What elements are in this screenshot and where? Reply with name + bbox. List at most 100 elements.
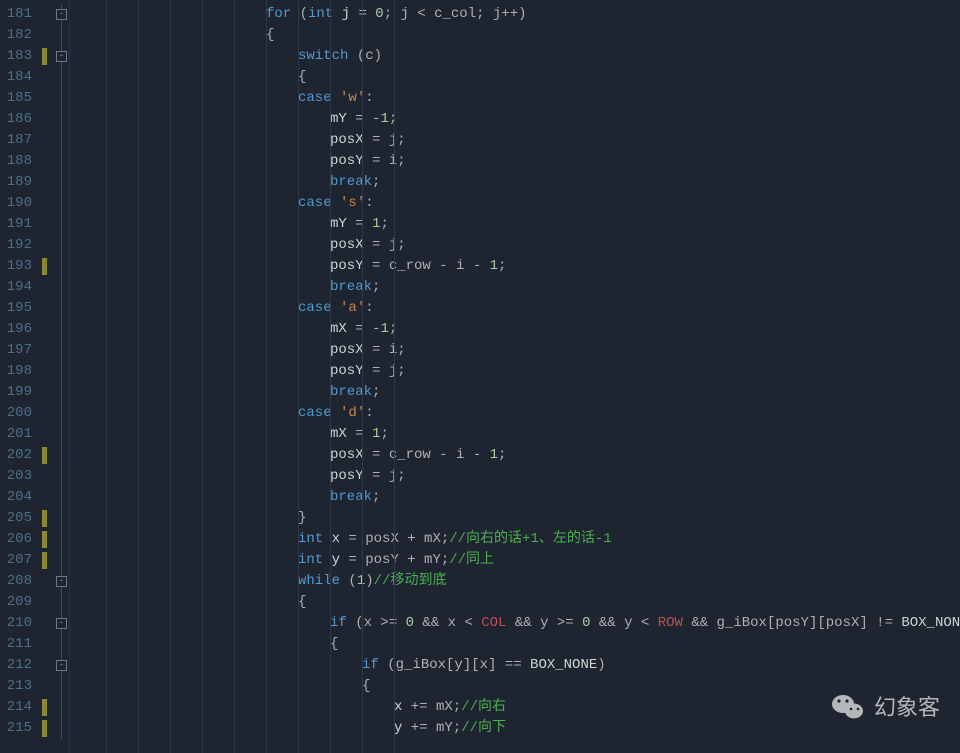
code-line[interactable]: posY = c_row - i - 1; bbox=[74, 256, 960, 277]
line-number: 206 bbox=[0, 529, 32, 550]
token-num: 0 bbox=[406, 615, 414, 631]
token-op: = i; bbox=[364, 153, 406, 169]
line-number: 202 bbox=[0, 445, 32, 466]
indent-guide bbox=[106, 0, 107, 753]
code-line[interactable]: mY = -1; bbox=[74, 109, 960, 130]
code-line[interactable]: posX = j; bbox=[74, 235, 960, 256]
line-number: 212 bbox=[0, 655, 32, 676]
change-mark-slot bbox=[40, 25, 54, 46]
change-mark-slot bbox=[40, 508, 54, 529]
fold-toggle[interactable]: - bbox=[56, 51, 67, 62]
change-mark-slot bbox=[40, 676, 54, 697]
code-line[interactable]: case 'a': bbox=[74, 298, 960, 319]
code-line[interactable]: mY = 1; bbox=[74, 214, 960, 235]
line-number: 191 bbox=[0, 214, 32, 235]
code-line[interactable]: case 'w': bbox=[74, 88, 960, 109]
line-number: 184 bbox=[0, 67, 32, 88]
indent-guide bbox=[330, 0, 331, 753]
token-op: { bbox=[266, 27, 274, 43]
fold-slot bbox=[54, 508, 69, 529]
token-cmt: //向下 bbox=[461, 720, 506, 736]
code-line[interactable]: mX = 1; bbox=[74, 424, 960, 445]
code-line[interactable]: if (g_iBox[y][x] == BOX_NONE) bbox=[74, 655, 960, 676]
line-number: 188 bbox=[0, 151, 32, 172]
code-area[interactable]: for (int j = 0; j < c_col; j++){switch (… bbox=[70, 0, 960, 753]
code-line[interactable]: { bbox=[74, 592, 960, 613]
code-line[interactable]: while (1)//移动到底 bbox=[74, 571, 960, 592]
token-id: posX bbox=[330, 447, 364, 463]
code-line[interactable]: posX = j; bbox=[74, 130, 960, 151]
code-line[interactable]: for (int j = 0; j < c_col; j++) bbox=[74, 4, 960, 25]
token-id: BOX_NONE bbox=[530, 657, 597, 673]
code-line[interactable]: { bbox=[74, 634, 960, 655]
fold-gutter[interactable]: - - - - - bbox=[54, 0, 70, 753]
fold-toggle[interactable]: - bbox=[56, 576, 67, 587]
code-line[interactable]: posY = i; bbox=[74, 151, 960, 172]
token-op: && x < bbox=[414, 615, 481, 631]
change-mark bbox=[42, 720, 47, 737]
code-line[interactable]: { bbox=[74, 676, 960, 697]
code-line[interactable]: int x = posX + mX;//向右的话+1、左的话-1 bbox=[74, 529, 960, 550]
line-number: 182 bbox=[0, 25, 32, 46]
token-num: 1 bbox=[380, 321, 388, 337]
code-line[interactable]: { bbox=[74, 67, 960, 88]
token-op: ; bbox=[372, 384, 380, 400]
code-line[interactable]: break; bbox=[74, 277, 960, 298]
code-line[interactable]: break; bbox=[74, 487, 960, 508]
fold-toggle[interactable]: - bbox=[56, 660, 67, 671]
token-op: = j; bbox=[364, 132, 406, 148]
code-line[interactable]: int y = posY + mY;//同上 bbox=[74, 550, 960, 571]
code-line[interactable]: case 's': bbox=[74, 193, 960, 214]
change-mark-slot bbox=[40, 550, 54, 571]
code-line[interactable]: break; bbox=[74, 172, 960, 193]
token-num: 1 bbox=[490, 447, 498, 463]
line-number: 214 bbox=[0, 697, 32, 718]
token-op: ; bbox=[372, 279, 380, 295]
code-line[interactable]: switch (c) bbox=[74, 46, 960, 67]
change-mark-slot bbox=[40, 298, 54, 319]
code-line[interactable]: case 'd': bbox=[74, 403, 960, 424]
token-op: = j; bbox=[364, 237, 406, 253]
line-number: 213 bbox=[0, 676, 32, 697]
code-line[interactable]: y += mY;//向下 bbox=[74, 718, 960, 739]
change-mark bbox=[42, 510, 47, 527]
code-line[interactable]: { bbox=[74, 25, 960, 46]
fold-slot bbox=[54, 340, 69, 361]
code-line[interactable]: posX = c_row - i - 1; bbox=[74, 445, 960, 466]
change-mark-slot bbox=[40, 88, 54, 109]
token-op: ; bbox=[372, 174, 380, 190]
code-line[interactable]: posY = j; bbox=[74, 361, 960, 382]
token-kw: case bbox=[298, 195, 332, 211]
code-line[interactable]: x += mX;//向右 bbox=[74, 697, 960, 718]
fold-slot: - bbox=[54, 613, 69, 634]
token-num: 0 bbox=[375, 6, 383, 22]
change-mark-slot bbox=[40, 361, 54, 382]
code-line[interactable]: posX = i; bbox=[74, 340, 960, 361]
token-id: posY bbox=[330, 153, 364, 169]
line-number: 183 bbox=[0, 46, 32, 67]
line-number: 203 bbox=[0, 466, 32, 487]
code-line[interactable]: mX = -1; bbox=[74, 319, 960, 340]
token-id: mY bbox=[330, 111, 347, 127]
line-number: 205 bbox=[0, 508, 32, 529]
token-op: (g_iBox[y][x] == bbox=[379, 657, 530, 673]
code-line[interactable]: if (x >= 0 && x < COL && y >= 0 && y < R… bbox=[74, 613, 960, 634]
fold-toggle[interactable]: - bbox=[56, 618, 67, 629]
token-cmt: //移动到底 bbox=[374, 573, 447, 589]
code-line[interactable]: posY = j; bbox=[74, 466, 960, 487]
line-number: 195 bbox=[0, 298, 32, 319]
token-id: posY bbox=[330, 468, 364, 484]
token-cmt: //同上 bbox=[449, 552, 494, 568]
code-editor[interactable]: 1811821831841851861871881891901911921931… bbox=[0, 0, 960, 753]
change-mark bbox=[42, 552, 47, 569]
change-mark-slot bbox=[40, 172, 54, 193]
line-number: 199 bbox=[0, 382, 32, 403]
token-op: && y >= bbox=[506, 615, 582, 631]
fold-toggle[interactable]: - bbox=[56, 9, 67, 20]
fold-slot bbox=[54, 25, 69, 46]
code-line[interactable]: } bbox=[74, 508, 960, 529]
code-line[interactable]: break; bbox=[74, 382, 960, 403]
line-number: 194 bbox=[0, 277, 32, 298]
token-id: posX bbox=[330, 342, 364, 358]
fold-slot bbox=[54, 466, 69, 487]
